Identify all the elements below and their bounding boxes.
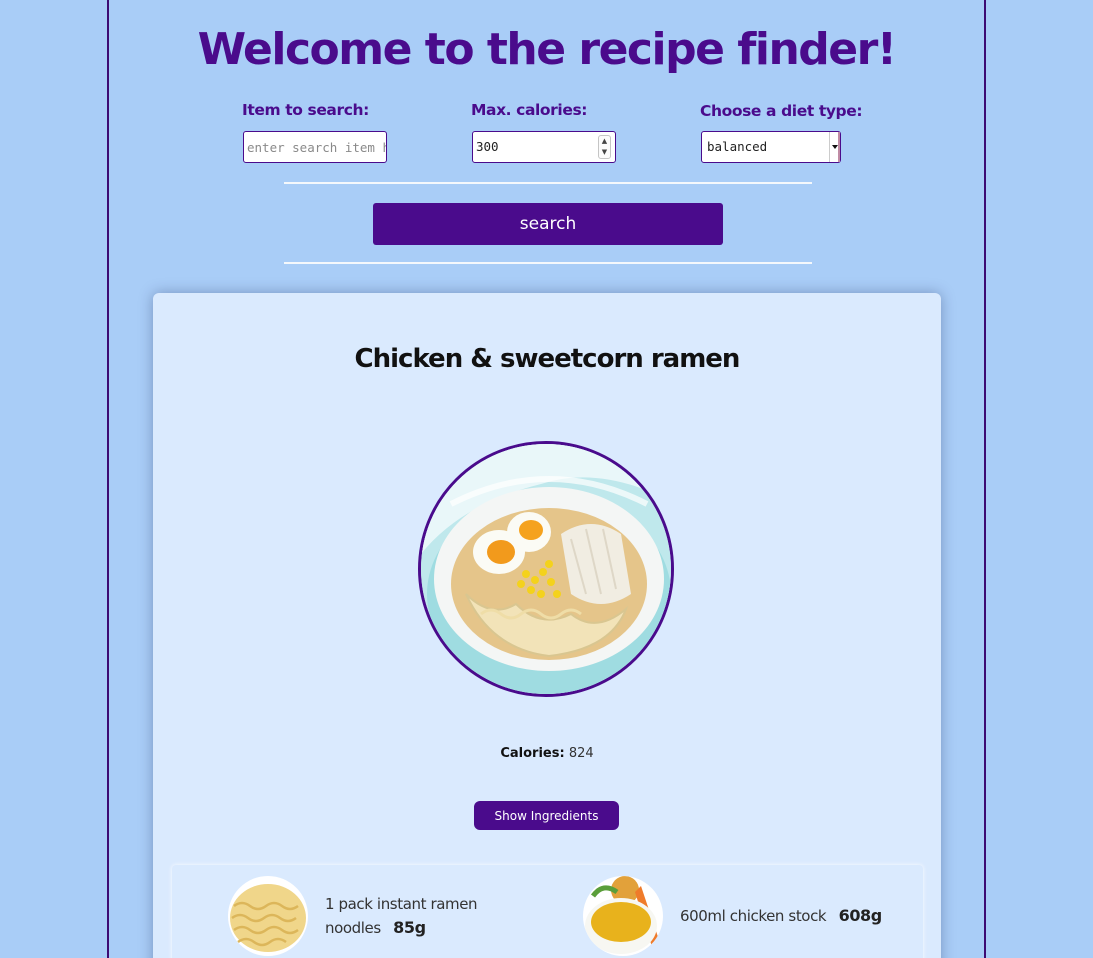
diet-type-label: Choose a diet type: (700, 102, 863, 120)
page-title: Welcome to the recipe finder! (197, 24, 897, 75)
ramen-bowl-photo (418, 441, 674, 697)
chicken-stock-photo (583, 876, 663, 956)
item-search-input[interactable] (243, 131, 387, 163)
item-search-label: Item to search: (242, 101, 369, 119)
ramen-noodles-photo (228, 876, 308, 956)
max-calories-input[interactable]: 300 ▲ ▼ (472, 131, 616, 163)
max-calories-value: 300 (476, 139, 499, 154)
stepper-up-icon[interactable]: ▲ (599, 136, 610, 147)
ingredient-name: 600ml chicken stock (680, 907, 827, 925)
recipe-card: Chicken & sweetcorn ramen Calories: 824 … (153, 293, 941, 958)
ingredient-weight: 608g (838, 906, 883, 925)
stepper-down-icon[interactable]: ▼ (599, 147, 610, 158)
calories-readout: Calories: 824 (153, 746, 941, 761)
calories-label: Calories: (500, 746, 565, 761)
ingredient-text: 1 pack instant ramen noodles 85g (325, 892, 495, 940)
calories-value: 824 (568, 746, 594, 761)
search-button[interactable]: search (373, 203, 723, 245)
ingredient-name-line2: noodles (325, 919, 381, 937)
ingredient-text: 600ml chicken stock 608g (680, 904, 900, 928)
number-stepper[interactable]: ▲ ▼ (598, 135, 611, 159)
ingredient-weight: 85g (393, 918, 426, 937)
divider-top (284, 182, 812, 184)
show-ingredients-button[interactable]: Show Ingredients (474, 801, 619, 830)
divider-bottom (284, 262, 812, 264)
ingredients-panel: 1 pack instant ramen noodles 85g 600ml c… (172, 865, 923, 958)
chevron-down-icon[interactable] (829, 132, 840, 162)
max-calories-label: Max. calories: (471, 101, 588, 119)
diet-type-select[interactable]: balanced (701, 131, 841, 163)
recipe-title: Chicken & sweetcorn ramen (354, 344, 741, 374)
ingredient-name: 1 pack instant ramen (325, 895, 478, 913)
diet-type-selected: balanced (707, 139, 768, 154)
page-container: Welcome to the recipe finder! Item to se… (107, 0, 986, 958)
